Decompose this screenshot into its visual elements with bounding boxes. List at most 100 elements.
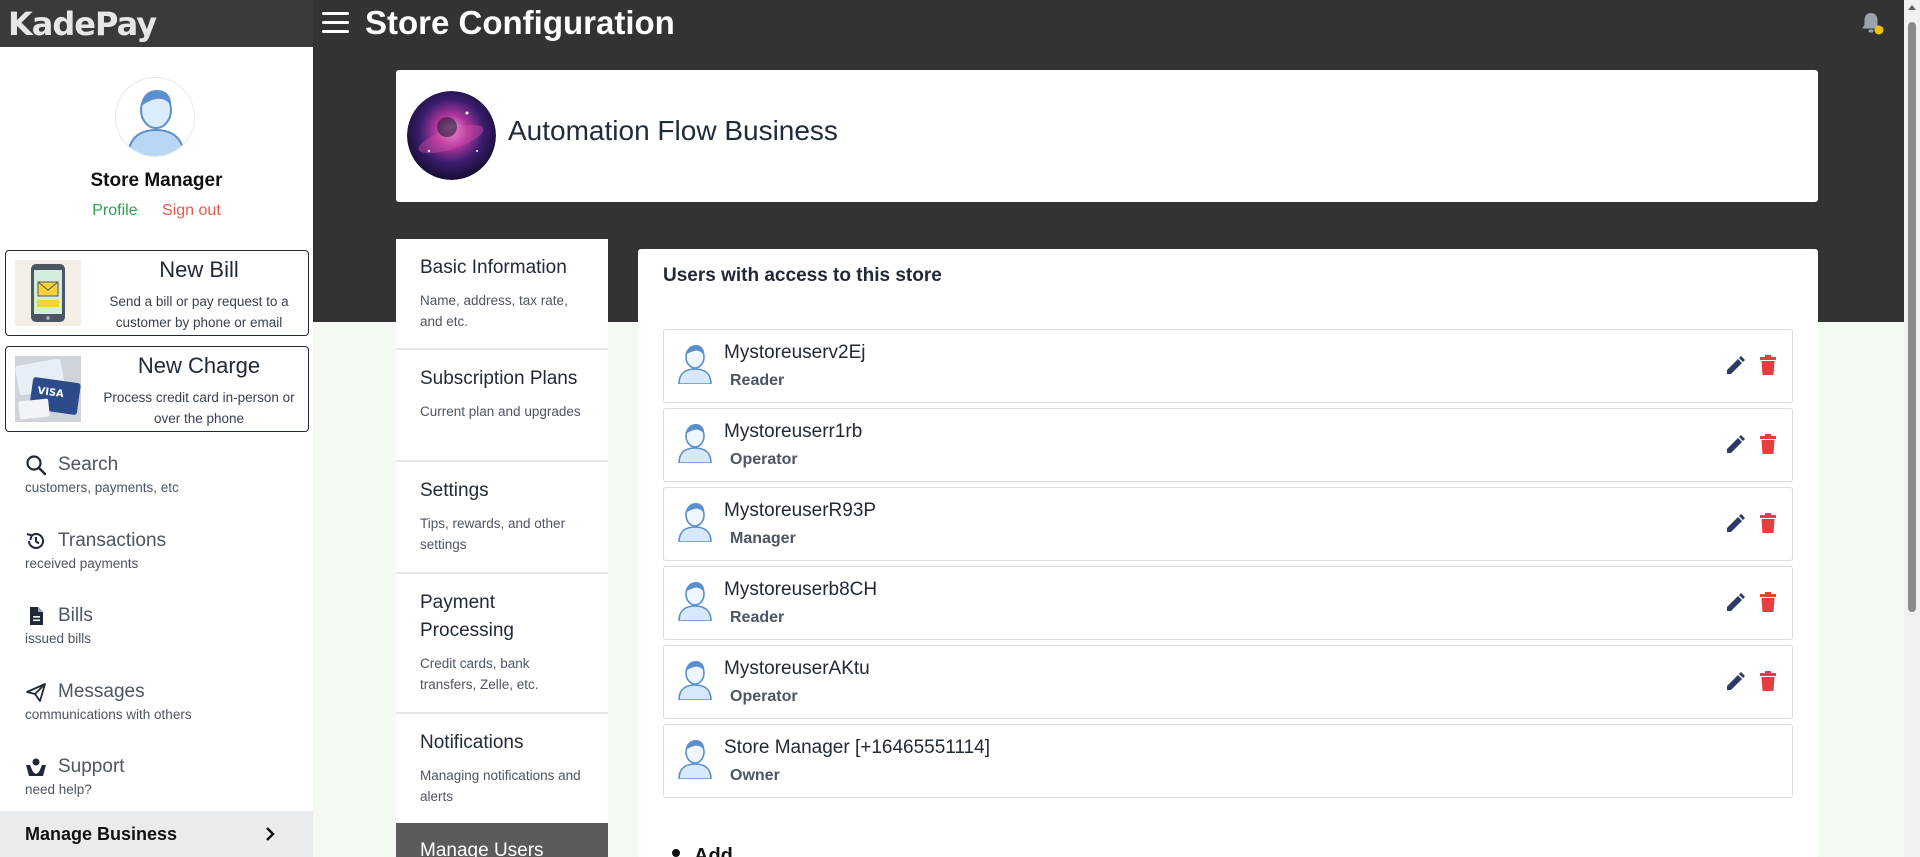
user-name: Store Manager [90,170,223,191]
scroll-up-arrow-icon[interactable] [1908,5,1916,10]
nav-label-bills: Bills [58,605,93,626]
document-icon [30,607,43,625]
user-avatar-icon [678,582,712,621]
history-icon [26,532,44,549]
user-row[interactable]: MystoreuserAKtu Operator [663,645,1793,719]
menu-item-settings[interactable]: Settings Tips, rewards, and other settin… [396,462,608,574]
add-user-icon [672,848,680,857]
business-header-card: Automation Flow Business [396,70,1818,202]
user-role: Reader [730,372,785,389]
user-avatar-icon [678,345,712,384]
menu-title-basic-information: Basic Information [420,257,567,278]
user-role: Operator [730,451,798,468]
user-avatar-icon [678,503,712,542]
user-row[interactable]: Mystoreuserb8CH Reader [663,566,1793,640]
settings-menu: Basic Information Name, address, tax rat… [396,239,608,857]
menu-sub-settings: Tips, rewards, and other settings [420,516,566,552]
user-avatar-icon [678,740,712,779]
user-name: MystoreuserAKtu [724,658,870,679]
brand-logo[interactable]: KadePay [0,0,313,47]
menu-title-settings: Settings [420,480,489,501]
credit-cards-icon: VISA [15,356,81,422]
new-charge-subtitle: Process credit card in-person or over th… [103,390,295,426]
menu-item-notifications[interactable]: Notifications Managing notifications and… [396,714,608,826]
pencil-icon[interactable] [1724,592,1746,614]
user-row[interactable]: Mystoreuserv2Ej Reader [663,329,1793,403]
trash-icon[interactable] [1758,512,1778,534]
scrollbar-thumb[interactable] [1908,22,1916,612]
brand-name: KadePay [8,4,157,43]
user-role: Operator [730,688,798,705]
nav-item-transactions[interactable]: Transactions received payments [25,530,295,571]
menu-item-payment-processing[interactable]: Payment Processing Credit cards, bank tr… [396,574,608,714]
user-name: Mystoreuserr1rb [724,421,863,442]
pencil-icon[interactable] [1724,355,1746,377]
menu-title-manage-users: Manage Users [420,840,544,857]
nav-label-transactions: Transactions [58,530,167,551]
pencil-icon[interactable] [1724,434,1746,456]
menu-item-manage-users[interactable]: Manage Users [396,823,608,857]
add-user-label: Add [694,845,733,857]
user-role: Reader [730,609,785,626]
manage-business-button[interactable]: Manage Business [0,811,313,857]
page-title: Store Configuration [365,4,675,41]
trash-icon[interactable] [1758,591,1778,613]
manage-business-label: Manage Business [25,823,178,844]
nav-sub-messages: communications with others [25,707,192,722]
nav-item-messages[interactable]: Messages communications with others [25,681,295,722]
nav-item-support[interactable]: Support need help? [25,756,295,797]
menu-sub-notifications: Managing notifications and alerts [420,768,581,804]
users-heading: Users with access to this store [663,265,942,286]
bell-icon[interactable] [1858,10,1884,36]
top-bar: KadePay Store Configuration [0,0,1920,47]
user-row[interactable]: Mystoreuserr1rb Operator [663,408,1793,482]
user-name: Mystoreuserb8CH [724,579,878,600]
nav-sub-bills: issued bills [25,631,92,646]
page-scrollbar[interactable] [1904,0,1920,857]
menu-item-subscription-plans[interactable]: Subscription Plans Current plan and upgr… [396,350,608,462]
signout-link[interactable]: Sign out [162,202,221,219]
trash-icon[interactable] [1758,433,1778,455]
users-panel: Users with access to this store Mystoreu… [638,249,1818,857]
user-links: Profile Sign out [0,202,313,220]
nav-item-bills[interactable]: Bills issued bills [25,605,295,646]
new-bill-button[interactable]: New Bill Send a bill or pay request to a… [5,250,309,336]
support-hands-icon [26,758,46,776]
nav-sub-support: need help? [25,782,92,797]
galaxy-logo-icon [407,91,496,180]
pencil-icon[interactable] [1724,671,1746,693]
user-avatar-icon [678,424,712,463]
user-name: Store Manager [+16465551114] [724,737,991,758]
user-avatar-icon [116,78,194,156]
new-charge-button[interactable]: VISA New Charge Process credit card in-p… [5,346,309,432]
avatar [115,77,195,157]
menu-sub-payment-processing: Credit cards, bank transfers, Zelle, etc… [420,656,539,692]
user-role: Manager [730,530,796,547]
user-row[interactable]: MystoreuserR93P Manager [663,487,1793,561]
user-name: Mystoreuserv2Ej [724,342,866,363]
nav-label-messages: Messages [58,681,145,702]
nav-item-search[interactable]: Search customers, payments, etc [25,454,295,495]
business-logo [407,91,496,180]
trash-icon[interactable] [1758,670,1778,692]
trash-icon[interactable] [1758,354,1778,376]
menu-sub-subscription-plans: Current plan and upgrades [420,404,581,419]
user-avatar-icon [678,661,712,700]
nav-label-search: Search [58,454,119,475]
paper-plane-icon [26,683,46,702]
search-icon [26,455,47,476]
nav-label-support: Support [58,756,125,777]
profile-link[interactable]: Profile [92,202,137,219]
hamburger-menu-icon[interactable] [322,12,349,34]
user-name: MystoreuserR93P [724,500,877,521]
pencil-icon[interactable] [1724,513,1746,535]
sidebar: Store Manager Profile Sign out New Bill … [0,47,313,857]
add-user-button[interactable]: Add [668,845,733,857]
business-name: Automation Flow Business [508,115,838,146]
nav-sub-transactions: received payments [25,556,139,571]
user-row-owner[interactable]: Store Manager [+16465551114] Owner [663,724,1793,798]
menu-item-basic-information[interactable]: Basic Information Name, address, tax rat… [396,239,608,350]
menu-title-notifications: Notifications [420,732,524,753]
new-bill-title: New Bill [159,257,239,282]
new-bill-subtitle: Send a bill or pay request to a customer… [109,294,289,330]
